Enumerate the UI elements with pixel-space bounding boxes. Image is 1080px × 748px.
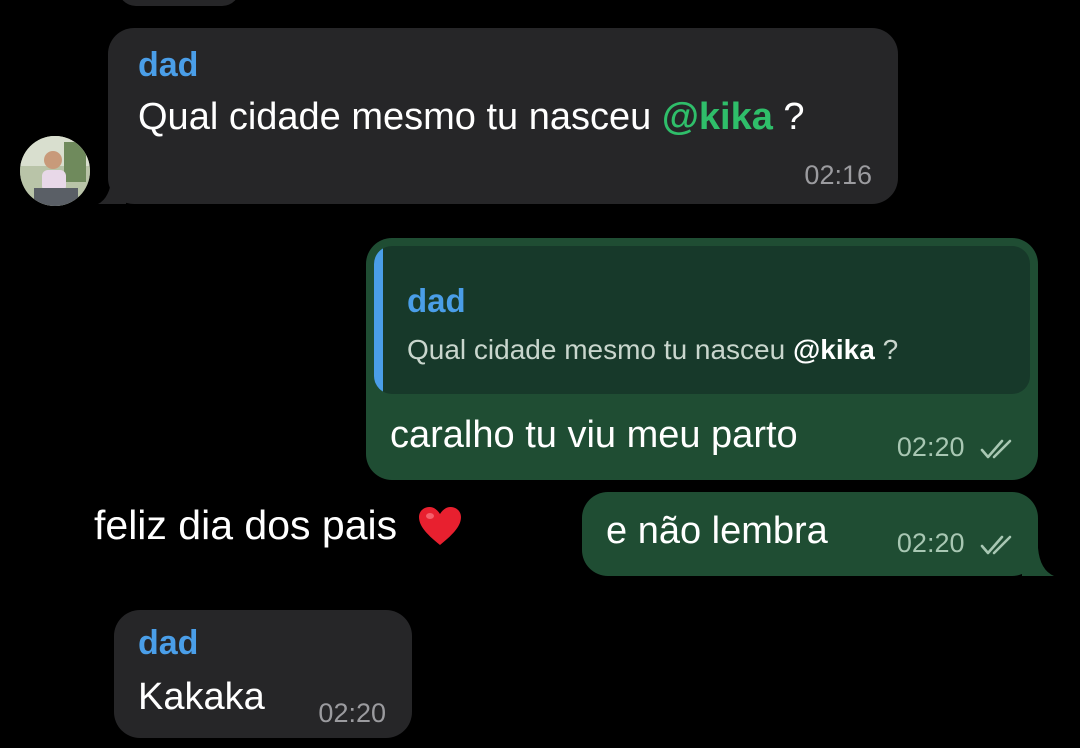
message-time-status: 02:20 — [897, 432, 1016, 463]
quote-sender-name: dad — [407, 282, 466, 319]
message-time-status: 02:20 — [897, 528, 1016, 559]
sender-name[interactable]: dad — [138, 624, 198, 663]
sender-name[interactable]: dad — [138, 46, 198, 85]
incoming-message-bubble[interactable]: dad Qual cidade mesmo tu nasceu @kika ? … — [108, 28, 898, 204]
bubble-tail — [1022, 548, 1054, 576]
bubble-tail — [98, 176, 126, 204]
reply-quote[interactable]: dad Qual cidade mesmo tu nasceu @kika ? — [374, 246, 1030, 394]
message-text: e não lembra — [606, 510, 828, 552]
overlay-caption: feliz dia dos pais — [94, 502, 463, 549]
heart-icon — [418, 507, 461, 545]
message-time: 02:20 — [318, 698, 386, 728]
double-check-icon — [980, 439, 1012, 459]
double-check-icon — [980, 535, 1012, 555]
avatar-photo-icon — [20, 136, 90, 206]
quote-mention: @kika — [792, 334, 875, 365]
message-time: 02:16 — [804, 160, 872, 190]
message-text: caralho tu viu meu parto — [390, 414, 798, 456]
message-text: Qual cidade mesmo tu nasceu @kika ? — [138, 96, 805, 138]
reply-quote-bar — [374, 246, 383, 394]
outgoing-message-bubble[interactable]: e não lembra 02:20 — [582, 492, 1038, 576]
quote-text: Qual cidade mesmo tu nasceu @kika ? — [407, 334, 899, 365]
message-text: Kakaka — [138, 676, 265, 718]
previous-message-bubble[interactable] — [118, 0, 240, 6]
outgoing-message-bubble[interactable]: dad Qual cidade mesmo tu nasceu @kika ? … — [366, 238, 1038, 480]
incoming-message-bubble[interactable]: dad Kakaka 02:20 — [114, 610, 412, 738]
mention-link[interactable]: @kika — [662, 96, 773, 138]
avatar[interactable] — [20, 136, 90, 206]
